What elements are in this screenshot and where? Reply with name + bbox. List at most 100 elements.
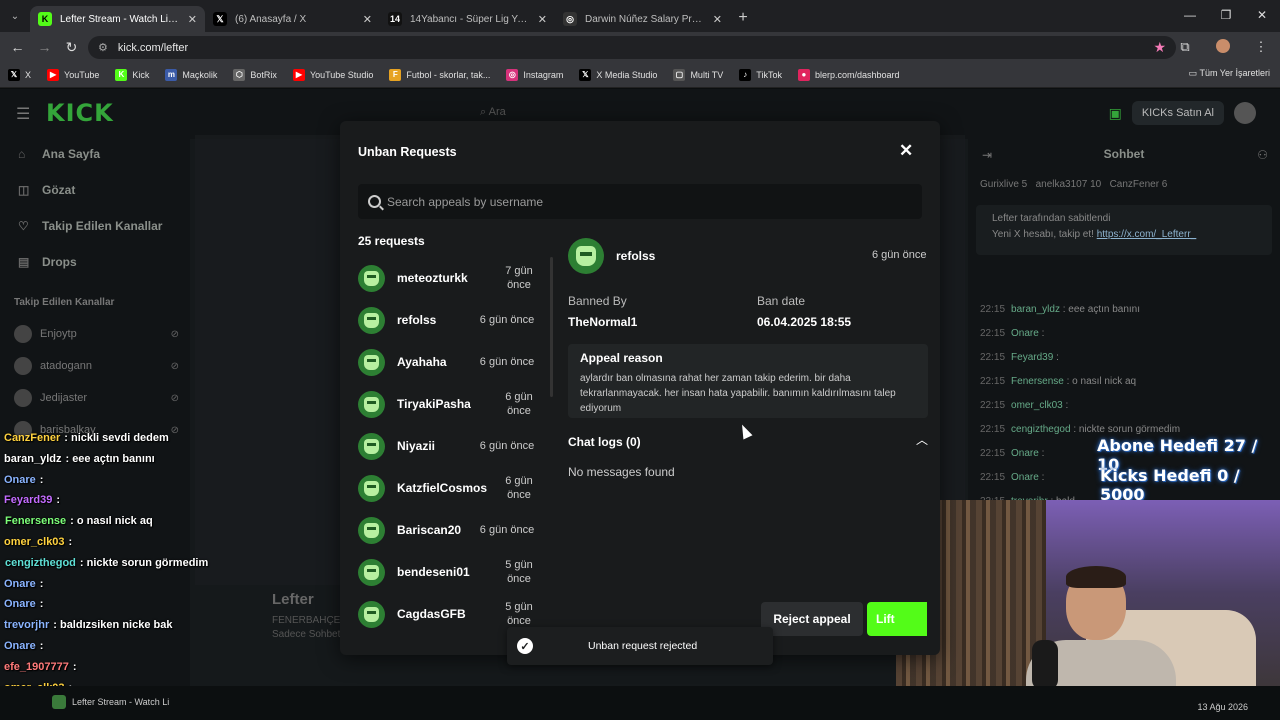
back-icon[interactable]: ← <box>4 39 31 55</box>
sidebar-item-home[interactable]: ⌂ Ana Sayfa <box>18 147 100 161</box>
bookmark-item[interactable]: K Kick <box>115 68 149 81</box>
appeal-search[interactable] <box>358 184 922 219</box>
sidebar-item-following[interactable]: ♡ Takip Edilen Kanallar <box>18 219 162 233</box>
profile-avatar[interactable] <box>1204 38 1242 56</box>
bookmark-item[interactable]: 𝕏X <box>8 68 31 81</box>
menu-icon[interactable]: ⋮ <box>1242 39 1280 55</box>
webcam-overlay <box>896 500 1280 706</box>
bookmark-item[interactable]: F Futbol - skorlar, tak... <box>389 68 490 81</box>
bookmark-item[interactable]: ♪ TikTok <box>739 68 782 81</box>
forward-icon[interactable]: → <box>31 39 58 55</box>
bookmark-icon: ▢ <box>673 68 686 81</box>
request-row[interactable]: refolss 6 gün önce <box>358 299 536 341</box>
user-avatar[interactable] <box>1234 102 1256 124</box>
reload-icon[interactable]: ↻ <box>58 39 85 56</box>
browser-tab[interactable]: 14 14Yabancı - Süper Lig Yabancı F ✕ <box>380 6 555 32</box>
followed-channel[interactable]: Jedijaster ⊘ <box>14 389 179 407</box>
bookmark-item[interactable]: ▢ Multi TV <box>673 68 723 81</box>
search-icon <box>368 195 381 208</box>
avatar <box>358 264 385 292</box>
bookmark-icon: K <box>115 68 128 81</box>
chat-text: : <box>1041 328 1045 339</box>
url-bar[interactable]: ⚙ kick.com/lefter ★ <box>88 36 1176 59</box>
chat-logs-header[interactable]: Chat logs (0) <box>568 435 641 449</box>
sidebar-item-drops[interactable]: ▤ Drops <box>18 255 77 269</box>
site-info-icon[interactable]: ⚙ <box>98 41 108 54</box>
chat-text: : o nasıl nick aq <box>1066 376 1137 387</box>
chat-user[interactable]: cengizthegod <box>1011 424 1071 435</box>
overlay-chat-message: Feyard39: <box>4 494 60 506</box>
request-row[interactable]: bendeseni01 5 gün önce <box>358 551 536 593</box>
chevron-up-icon[interactable]: ︿ <box>916 431 928 448</box>
tab-search-icon[interactable]: ⌄ <box>0 11 30 22</box>
chat-time: 22:15 <box>980 448 1006 459</box>
bookmark-item[interactable]: m Maçkolik <box>165 68 217 81</box>
bookmark-item[interactable]: 𝕏 X Media Studio <box>579 68 657 81</box>
streamer-name[interactable]: Lefter <box>272 591 314 608</box>
pinned-link[interactable]: https://x.com/_Lefterr_ <box>1097 229 1197 240</box>
chat-time: 22:15 <box>980 328 1006 339</box>
search-placeholder[interactable]: ⌕ Ara <box>480 106 506 119</box>
chat-user[interactable]: Onare <box>1011 448 1039 459</box>
close-window-icon[interactable]: ✕ <box>1244 0 1280 32</box>
chat-user[interactable]: omer_clk03 <box>1011 400 1063 411</box>
extensions-icon[interactable]: ⧉ <box>1166 39 1204 55</box>
chat-icon[interactable]: ▣ <box>1109 105 1122 122</box>
bookmark-label: YouTube Studio <box>309 69 374 80</box>
browser-tab[interactable]: K Lefter Stream - Watch Live on K ✕ <box>30 6 205 32</box>
bookmark-label: TikTok <box>756 69 782 80</box>
users-icon[interactable]: ⚇ <box>1257 148 1268 162</box>
request-row[interactable]: TiryakiPasha 6 gün önce <box>358 383 536 425</box>
request-row[interactable]: meteozturkk 7 gün önce <box>358 257 536 299</box>
request-row[interactable]: Ayahaha 6 gün önce <box>358 341 536 383</box>
taskbar-window[interactable]: Lefter Stream - Watch Li <box>52 695 169 709</box>
chat-message: 22:15 Fenersense : o nasıl nick aq <box>980 376 1136 387</box>
close-tab-icon[interactable]: ✕ <box>188 13 197 26</box>
request-time: 5 gün önce <box>505 559 533 585</box>
chat-user[interactable]: Onare <box>1011 472 1039 483</box>
overlay-chat-message: efe_1907777: <box>4 661 77 673</box>
buy-kicks-button[interactable]: KICKs Satın Al <box>1131 101 1224 125</box>
request-row[interactable]: Niyazii 6 gün önce <box>358 425 536 467</box>
chat-user[interactable]: baran_yldz <box>1011 304 1060 315</box>
browser-tab[interactable]: ◎ Darwin Núñez Salary Profile | C ✕ <box>555 6 730 32</box>
chat-user[interactable]: Fenersense <box>1011 376 1064 387</box>
bookmark-icon: ◎ <box>506 68 519 81</box>
list-scrollbar[interactable] <box>550 257 553 397</box>
bookmark-star-icon[interactable]: ★ <box>1153 39 1166 56</box>
bookmark-item[interactable]: ◎ Instagram <box>506 68 563 81</box>
hamburger-menu-icon[interactable]: ☰ <box>16 104 30 124</box>
bookmark-item[interactable]: ▶ YouTube Studio <box>292 68 374 81</box>
sidebar-item-browse[interactable]: ◫ Gözat <box>18 183 75 197</box>
followed-channel[interactable]: Enjoytp ⊘ <box>14 325 179 343</box>
overlay-chat-text: : <box>39 640 44 652</box>
browser-tab[interactable]: 𝕏 (6) Anasayfa / X ✕ <box>205 6 380 32</box>
request-row[interactable]: KatzfielCosmos 6 gün önce <box>358 467 536 509</box>
close-tab-icon[interactable]: ✕ <box>713 13 722 26</box>
close-tab-icon[interactable]: ✕ <box>538 13 547 26</box>
lift-ban-button[interactable]: Lift <box>867 602 927 636</box>
streamer-hair <box>1066 566 1126 588</box>
bookmark-item[interactable]: ⬡ BotRix <box>233 68 277 81</box>
all-bookmarks[interactable]: ▭ Tüm Yer İşaretleri <box>1189 68 1270 79</box>
maximize-icon[interactable]: ❐ <box>1208 0 1244 32</box>
reject-appeal-button[interactable]: Reject appeal <box>761 602 863 636</box>
bookmark-item[interactable]: ● blerp.com/dashboard <box>797 68 900 81</box>
minimize-icon[interactable]: — <box>1172 0 1208 32</box>
chat-user[interactable]: Onare <box>1011 328 1039 339</box>
followed-channel[interactable]: atadogann ⊘ <box>14 357 179 375</box>
bookmark-item[interactable]: ▶ YouTube <box>47 68 99 81</box>
kick-logo[interactable]: KICK <box>46 99 114 127</box>
channel-name: atadogann <box>40 360 92 372</box>
close-icon[interactable]: ✕ <box>899 141 913 161</box>
bookmarks-bar: 𝕏 X ▶ YouTube K Kick m Maçkolik ⬡ BotRix ▶ YouTube … <box>0 62 1280 88</box>
chat-user[interactable]: Feyard39 <box>1011 352 1053 363</box>
request-row[interactable]: Bariscan20 6 gün önce <box>358 509 536 551</box>
tab-strip: K Lefter Stream - Watch Live on K ✕ 𝕏 (6) An… <box>30 0 730 32</box>
search-input[interactable] <box>387 194 887 209</box>
new-tab-icon[interactable]: + <box>730 9 756 27</box>
close-tab-icon[interactable]: ✕ <box>363 13 372 26</box>
ban-date-value: 06.04.2025 18:55 <box>757 315 852 329</box>
chat-time: 22:15 <box>980 424 1006 435</box>
drops-icon: ▤ <box>18 255 30 269</box>
